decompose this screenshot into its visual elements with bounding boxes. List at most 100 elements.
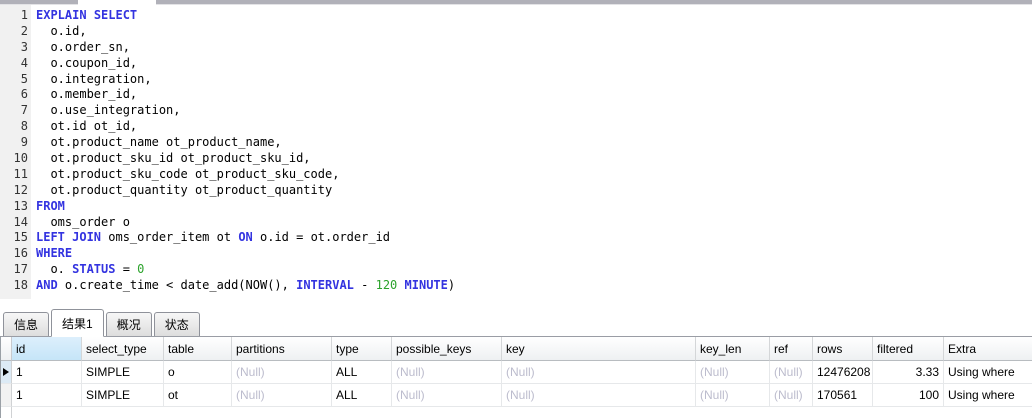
- cell-possible_keys[interactable]: (Null): [392, 384, 502, 407]
- tab-messages[interactable]: 信息: [3, 312, 49, 336]
- line-number: 11: [0, 167, 28, 183]
- column-header-Extra[interactable]: Extra: [944, 337, 1032, 361]
- code-line[interactable]: AND o.create_time < date_add(NOW(), INTE…: [36, 278, 1032, 294]
- sql-keyword: FROM: [36, 199, 65, 213]
- tab-profile[interactable]: 概况: [106, 312, 152, 336]
- cell-Extra[interactable]: Using where: [944, 361, 1032, 384]
- table-row: 1SIMPLEo(Null)ALL(Null)(Null)(Null)(Null…: [1, 361, 1032, 384]
- sql-keyword: STATUS: [72, 262, 115, 276]
- sql-text: oms_order o: [36, 215, 130, 229]
- cell-ref[interactable]: (Null): [770, 361, 813, 384]
- line-number: 16: [0, 246, 28, 262]
- code-line[interactable]: o.member_id,: [36, 87, 1032, 103]
- cell-select_type[interactable]: SIMPLE: [82, 361, 164, 384]
- code-line[interactable]: FROM: [36, 199, 1032, 215]
- code-line[interactable]: o.integration,: [36, 72, 1032, 88]
- cell-key[interactable]: (Null): [502, 361, 696, 384]
- line-number: 6: [0, 87, 28, 103]
- sql-text: o.coupon_id,: [36, 56, 137, 70]
- line-number: 14: [0, 215, 28, 231]
- sql-keyword: LEFT JOIN: [36, 230, 101, 244]
- code-line[interactable]: LEFT JOIN oms_order_item ot ON o.id = ot…: [36, 230, 1032, 246]
- code-line[interactable]: EXPLAIN SELECT: [36, 8, 1032, 24]
- sql-text: ot.product_sku_id ot_product_sku_id,: [36, 151, 311, 165]
- column-header-select_type[interactable]: select_type: [82, 337, 164, 361]
- sql-text: ): [448, 278, 455, 292]
- cell-partitions[interactable]: (Null): [232, 361, 332, 384]
- code-line[interactable]: oms_order o: [36, 215, 1032, 231]
- cell-table[interactable]: o: [164, 361, 232, 384]
- column-header-table[interactable]: table: [164, 337, 232, 361]
- row-selector[interactable]: [1, 361, 12, 384]
- cell-id[interactable]: 1: [12, 384, 82, 407]
- column-header-ref[interactable]: ref: [770, 337, 813, 361]
- code-line[interactable]: ot.product_quantity ot_product_quantity: [36, 183, 1032, 199]
- line-number: 17: [0, 262, 28, 278]
- grid-header-row: idselect_typetablepartitionstypepossible…: [1, 337, 1032, 361]
- row-selector[interactable]: [1, 384, 12, 407]
- sql-text: o.id,: [36, 24, 87, 38]
- sql-text: o.create_time < date_add(NOW(),: [58, 278, 296, 292]
- tab-result1[interactable]: 结果1: [51, 309, 104, 337]
- code-line[interactable]: WHERE: [36, 246, 1032, 262]
- sql-code-area[interactable]: EXPLAIN SELECT o.id, o.order_sn, o.coupo…: [31, 5, 1032, 294]
- code-line[interactable]: ot.product_name ot_product_name,: [36, 135, 1032, 151]
- cell-partitions[interactable]: (Null): [232, 384, 332, 407]
- cell-ref[interactable]: (Null): [770, 384, 813, 407]
- cell-possible_keys[interactable]: (Null): [392, 361, 502, 384]
- sql-text: [397, 278, 404, 292]
- cell-Extra[interactable]: Using where: [944, 384, 1032, 407]
- line-number: 9: [0, 135, 28, 151]
- line-number: 10: [0, 151, 28, 167]
- cell-type[interactable]: ALL: [332, 361, 392, 384]
- sql-keyword: INTERVAL: [296, 278, 354, 292]
- code-line[interactable]: o.order_sn,: [36, 40, 1032, 56]
- column-header-key[interactable]: key: [502, 337, 696, 361]
- cell-key_len[interactable]: (Null): [696, 384, 770, 407]
- cell-rows[interactable]: 12476208: [813, 361, 873, 384]
- cell-id[interactable]: 1: [12, 361, 82, 384]
- sql-text: ot.product_sku_code ot_product_sku_code,: [36, 167, 339, 181]
- line-number: 7: [0, 103, 28, 119]
- code-line[interactable]: ot.product_sku_id ot_product_sku_id,: [36, 151, 1032, 167]
- cell-table[interactable]: ot: [164, 384, 232, 407]
- column-header-possible_keys[interactable]: possible_keys: [392, 337, 502, 361]
- column-header-filtered[interactable]: filtered: [873, 337, 944, 361]
- code-line[interactable]: o. STATUS = 0: [36, 262, 1032, 278]
- sql-text: -: [354, 278, 376, 292]
- column-header-partitions[interactable]: partitions: [232, 337, 332, 361]
- cell-filtered[interactable]: 3.33: [873, 361, 944, 384]
- sql-keyword: MINUTE: [405, 278, 448, 292]
- sql-editor[interactable]: 123456789101112131415161718 EXPLAIN SELE…: [0, 5, 1032, 308]
- column-header-rows[interactable]: rows: [813, 337, 873, 361]
- line-number: 1: [0, 8, 28, 24]
- cell-key_len[interactable]: (Null): [696, 361, 770, 384]
- gutter-tail-line: [1, 407, 12, 418]
- code-line[interactable]: ot.id ot_id,: [36, 119, 1032, 135]
- line-number: 8: [0, 119, 28, 135]
- row-selector-header[interactable]: [1, 337, 12, 361]
- cell-filtered[interactable]: 100: [873, 384, 944, 407]
- code-line[interactable]: o.coupon_id,: [36, 56, 1032, 72]
- line-number: 15: [0, 230, 28, 246]
- sql-text: o.integration,: [36, 72, 152, 86]
- code-line[interactable]: o.id,: [36, 24, 1032, 40]
- cell-rows[interactable]: 170561: [813, 384, 873, 407]
- sql-text: o.id = ot.order_id: [253, 230, 390, 244]
- cell-select_type[interactable]: SIMPLE: [82, 384, 164, 407]
- sql-text: [87, 8, 94, 22]
- code-line[interactable]: ot.product_sku_code ot_product_sku_code,: [36, 167, 1032, 183]
- code-line[interactable]: o.use_integration,: [36, 103, 1032, 119]
- tab-status[interactable]: 状态: [154, 312, 200, 336]
- sql-keyword: EXPLAIN: [36, 8, 87, 22]
- line-number: 2: [0, 24, 28, 40]
- sql-keyword: ON: [238, 230, 252, 244]
- column-header-key_len[interactable]: key_len: [696, 337, 770, 361]
- column-header-type[interactable]: type: [332, 337, 392, 361]
- sql-number: 0: [137, 262, 144, 276]
- line-number: 12: [0, 183, 28, 199]
- cell-type[interactable]: ALL: [332, 384, 392, 407]
- cell-key[interactable]: (Null): [502, 384, 696, 407]
- column-header-id[interactable]: id: [12, 337, 82, 361]
- sql-keyword: WHERE: [36, 246, 72, 260]
